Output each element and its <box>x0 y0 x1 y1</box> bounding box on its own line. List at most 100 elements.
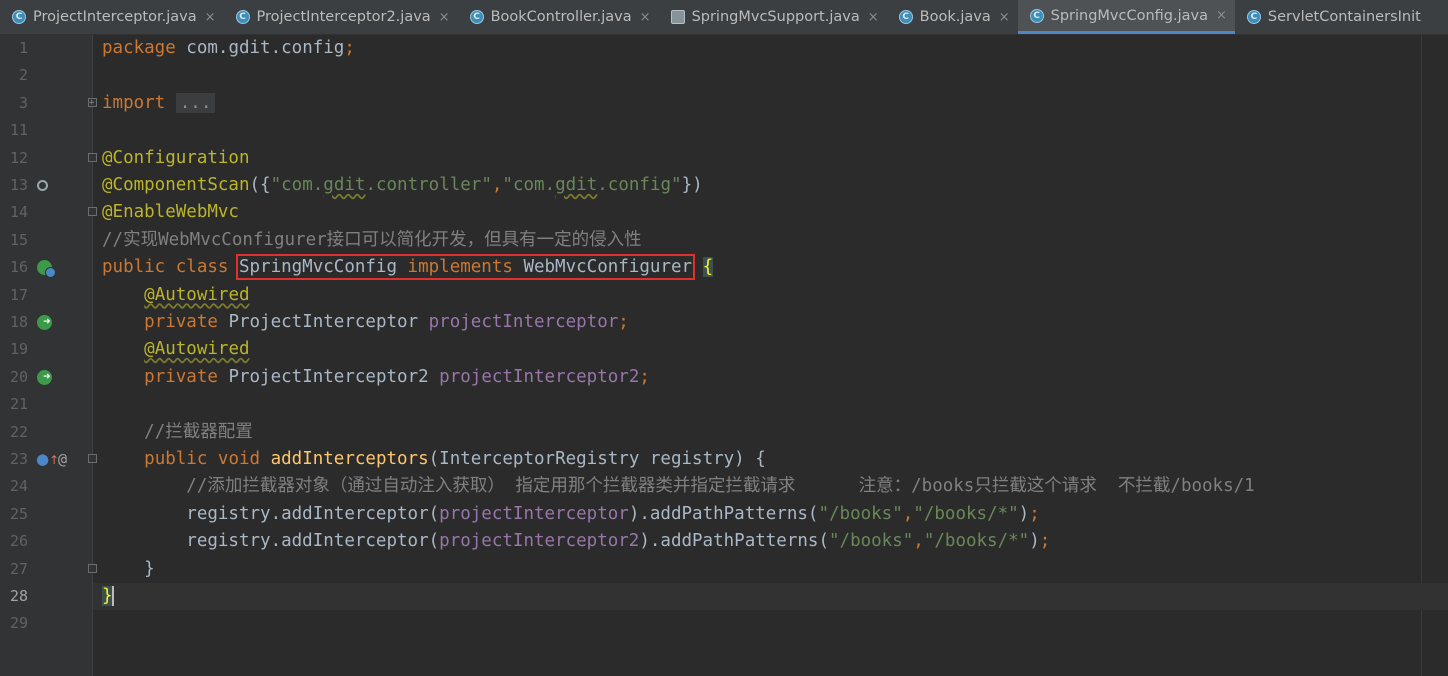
tab-projectinterceptor-java[interactable]: C ProjectInterceptor.java × <box>0 0 224 34</box>
tab-bookcontroller-java[interactable]: C BookController.java × <box>458 0 659 34</box>
code-token: { <box>702 257 714 278</box>
autowired-bean-icon[interactable]: ➜ <box>37 369 52 385</box>
annotation-marker-icon[interactable]: @ <box>58 446 67 473</box>
line-number: 26 <box>9 532 28 551</box>
gutter-row: 26 <box>0 528 93 555</box>
code-line[interactable]: @Configuration <box>102 145 250 172</box>
close-icon[interactable]: × <box>205 10 216 25</box>
tab-servletcontainersinit[interactable]: C ServletContainersInit <box>1235 0 1429 34</box>
code-token: "com. <box>502 175 556 195</box>
code-line[interactable]: } <box>102 583 114 610</box>
code-token: ).addPathPatterns( <box>639 531 829 552</box>
code-token: "/books/*" <box>923 531 1030 552</box>
code-line[interactable]: registry.addInterceptor(projectIntercept… <box>102 501 1039 528</box>
code-token: gdit <box>555 175 598 195</box>
gutter-row: 11 <box>0 117 93 144</box>
code-token: private <box>144 312 229 332</box>
code-token: //实现WebMvcConfigurer接口可以简化开发，但具有一定的侵入性 <box>102 229 642 250</box>
java-class-icon: C <box>1029 8 1044 23</box>
close-icon[interactable]: × <box>1216 8 1227 23</box>
code-token: private <box>144 366 229 387</box>
code-token: (InterceptorRegistry registry) { <box>428 449 766 469</box>
gutter-row: 12 <box>0 145 97 172</box>
java-class-icon: C <box>898 10 913 24</box>
code-line[interactable]: @Autowired <box>102 336 249 363</box>
code-line[interactable]: //实现WebMvcConfigurer接口可以简化开发，但具有一定的侵入性 <box>102 227 642 254</box>
autowired-bean-icon[interactable]: ➜ <box>37 315 52 330</box>
text-caret <box>111 586 114 606</box>
code-line[interactable]: package com.gdit.config; <box>102 35 355 62</box>
code-token: com.gdit.config <box>186 38 345 58</box>
code-token: ) <box>1018 503 1030 524</box>
code-token: public class <box>102 257 239 278</box>
tab-projectinterceptor2-java[interactable]: C ProjectInterceptor2.java × <box>224 0 458 34</box>
gutter-row: 23 ●↑ @ <box>0 446 97 474</box>
code-token: addInterceptors <box>270 449 429 469</box>
java-class-icon: C <box>1246 10 1261 24</box>
code-token: ; <box>618 312 629 332</box>
code-editor[interactable]: package com.gdit.config; import ... @Confi… <box>93 35 1448 676</box>
gutter-row: 2 <box>0 62 93 89</box>
code-token: ; <box>639 366 650 387</box>
tab-springmvcsupport-java[interactable]: SpringMvcSupport.java × <box>659 0 887 34</box>
code-token: "com. <box>270 175 324 195</box>
line-number: 24 <box>9 477 28 496</box>
code-token: projectInterceptor <box>439 503 629 524</box>
code-token: SpringMvcConfig <box>238 257 408 278</box>
close-icon[interactable]: × <box>999 10 1010 25</box>
code-token: @Autowired <box>144 284 250 305</box>
code-line[interactable]: import ... <box>102 90 216 117</box>
gutter-row: 21 <box>0 391 93 418</box>
code-line[interactable]: registry.addInterceptor(projectIntercept… <box>102 528 1050 555</box>
code-token: implements <box>407 257 524 278</box>
code-token: WebMvcConfigurer <box>523 257 693 278</box>
line-number: 16 <box>9 258 28 277</box>
code-token: registry.addInterceptor( <box>102 503 440 524</box>
tab-label: BookController.java <box>490 9 632 25</box>
code-line[interactable]: private ProjectInterceptor projectInterc… <box>102 309 629 336</box>
java-file-icon <box>670 10 685 24</box>
gutter-row: 18 ➜ <box>0 309 93 336</box>
gutter-row: 22 <box>0 419 93 446</box>
gutter-row: 14 <box>0 199 97 226</box>
tab-label: ProjectInterceptor.java <box>33 9 197 25</box>
editor-tab-bar: C ProjectInterceptor.java × C ProjectInterce… <box>0 0 1448 35</box>
code-line[interactable]: private ProjectInterceptor2 projectInter… <box>102 364 650 391</box>
code-token: public void <box>144 449 271 469</box>
component-scan-icon[interactable] <box>37 180 48 191</box>
code-token: import <box>102 92 176 113</box>
code-line[interactable]: } <box>102 556 155 583</box>
gutter-row: 1 <box>0 35 93 62</box>
tab-springmvcconfig-java[interactable]: C SpringMvcConfig.java × <box>1017 0 1235 34</box>
code-token: "/books/*" <box>913 503 1019 524</box>
code-line[interactable]: //拦截器配置 <box>102 419 253 446</box>
spring-bean-icon[interactable] <box>37 260 56 279</box>
close-icon[interactable]: × <box>439 10 450 25</box>
line-number: 12 <box>9 148 28 167</box>
code-token: package <box>102 38 187 58</box>
code-token: , <box>902 503 914 524</box>
close-icon[interactable]: × <box>640 10 651 25</box>
code-line[interactable]: public class SpringMvcConfig implements … <box>102 254 714 281</box>
code-line[interactable]: @EnableWebMvc <box>102 199 239 226</box>
implements-method-icon[interactable]: ●↑ <box>36 446 59 474</box>
code-token: @ComponentScan <box>102 175 250 195</box>
code-line[interactable]: //添加拦截器对象（通过自动注入获取） 指定用那个拦截器类并指定拦截请求 注意：… <box>102 473 1254 500</box>
tab-book-java[interactable]: C Book.java × <box>887 0 1018 34</box>
close-icon[interactable]: × <box>868 10 879 25</box>
code-line[interactable]: @ComponentScan({"com.gdit.controller","c… <box>102 172 703 199</box>
code-token: ProjectInterceptor <box>228 312 429 332</box>
line-number: 11 <box>9 121 28 140</box>
code-token: }) <box>681 175 703 195</box>
code-token: projectInterceptor2 <box>439 366 640 387</box>
code-line[interactable]: public void addInterceptors(InterceptorR… <box>102 446 766 473</box>
code-token: projectInterceptor <box>428 312 619 332</box>
line-number: 20 <box>9 367 28 386</box>
code-token: gdit <box>323 175 366 195</box>
line-number: 23 <box>9 450 28 468</box>
code-token: ; <box>344 38 355 58</box>
code-line[interactable]: @Autowired <box>102 282 250 309</box>
